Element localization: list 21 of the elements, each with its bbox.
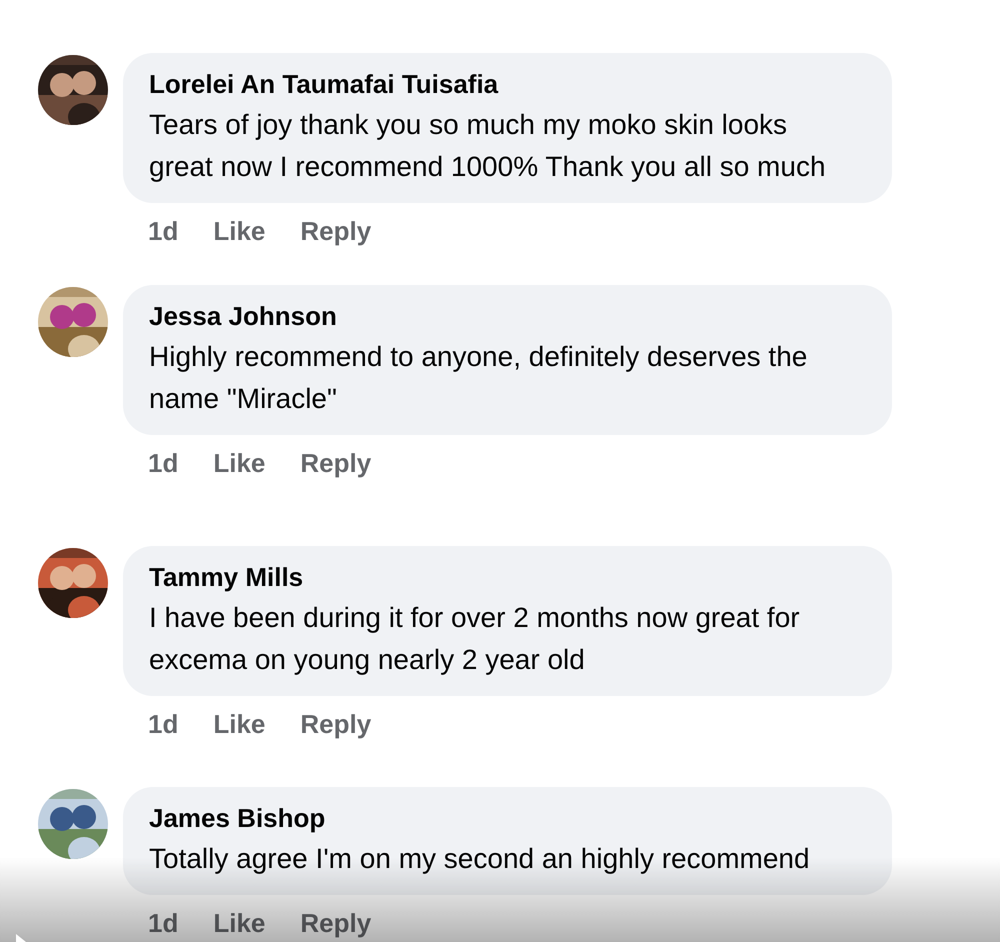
comment-time[interactable]: 1d	[148, 907, 178, 939]
commenter-name[interactable]: Lorelei An Taumafai Tuisafia	[149, 68, 498, 100]
like-link[interactable]: Like	[213, 907, 266, 939]
commenter-name[interactable]: Tammy Mills	[149, 561, 304, 593]
comment-time[interactable]: 1d	[148, 708, 178, 740]
reply-link[interactable]: Reply	[300, 907, 372, 939]
like-link[interactable]: Like	[213, 447, 266, 479]
reply-link[interactable]: Reply	[300, 215, 372, 247]
commenter-name[interactable]: James Bishop	[149, 802, 326, 834]
like-link[interactable]: Like	[213, 215, 266, 247]
comment-text: Totally agree I'm on my second an highly recommend	[149, 842, 811, 876]
comment-text: Tears of joy thank you so much my moko skin looks great now I recommend 1000% Thank you all so much	[149, 108, 827, 184]
comment-text: Highly recommend to anyone, definitely deserves the name "Miracle"	[149, 340, 808, 416]
reply-link[interactable]: Reply	[300, 447, 372, 479]
reply-link[interactable]: Reply	[300, 708, 372, 740]
comment-time[interactable]: 1d	[148, 215, 178, 247]
play-icon[interactable]	[14, 934, 28, 942]
comment-time[interactable]: 1d	[148, 447, 178, 479]
like-link[interactable]: Like	[213, 708, 266, 740]
comment-text: I have been during it for over 2 months now great for excema on young nearly 2 year old	[149, 601, 801, 677]
commenter-name[interactable]: Jessa Johnson	[149, 300, 337, 332]
